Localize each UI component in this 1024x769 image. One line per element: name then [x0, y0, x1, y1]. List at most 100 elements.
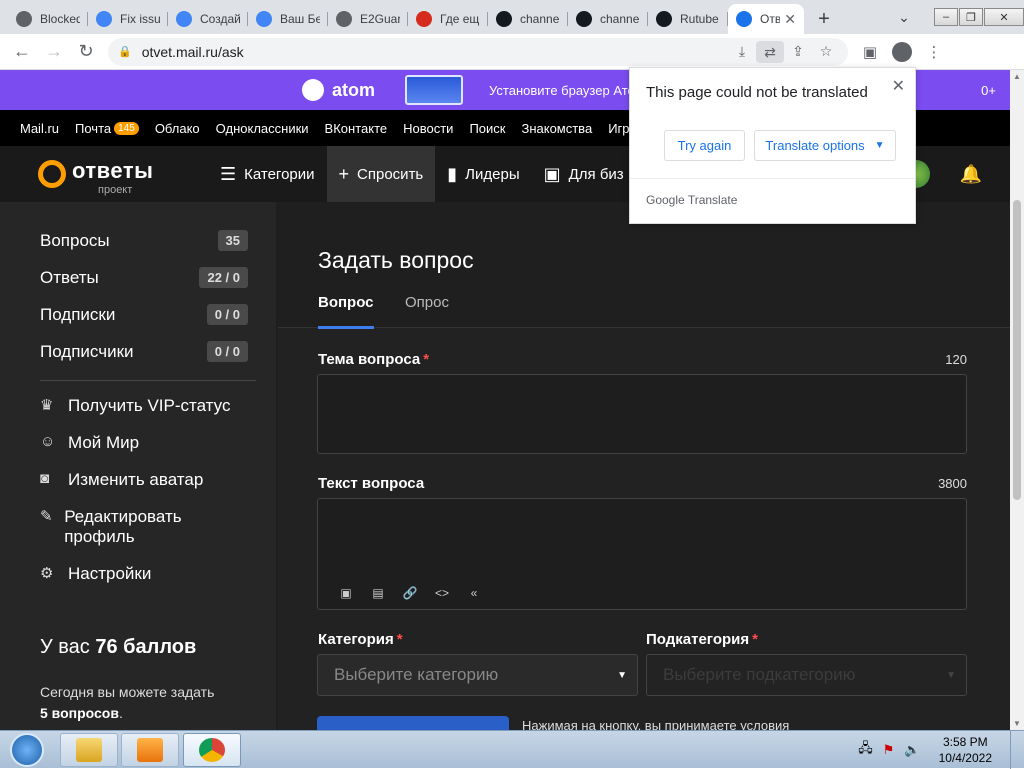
- tab-question[interactable]: Вопрос: [318, 294, 374, 311]
- close-window-button[interactable]: ✕: [984, 8, 1024, 26]
- menu-icon[interactable]: ⋮: [918, 43, 950, 61]
- close-icon[interactable]: ✕: [892, 76, 905, 96]
- browser-tab[interactable]: Создай: [168, 4, 248, 34]
- browser-tab[interactable]: Fix issu: [88, 4, 168, 34]
- profile-icon[interactable]: [892, 41, 912, 62]
- code-icon[interactable]: <>: [426, 586, 458, 600]
- tab-poll[interactable]: Опрос: [405, 294, 449, 311]
- show-desktop-button[interactable]: [1010, 731, 1024, 769]
- folder-icon: [76, 738, 102, 762]
- explorer-taskbar-button[interactable]: [60, 733, 118, 767]
- sidebar-stat[interactable]: Подписки 0 / 0: [40, 304, 248, 325]
- scroll-down-icon[interactable]: ▼: [1010, 719, 1024, 728]
- crown-icon: ♛: [40, 397, 54, 414]
- scroll-up-icon[interactable]: ▲: [1010, 72, 1024, 81]
- sidebar-link[interactable]: ◙ Изменить аватар: [40, 470, 203, 490]
- globe-icon: [336, 11, 352, 27]
- browser-tab[interactable]: Где ещ: [408, 4, 488, 34]
- chevron-down-icon: ▼: [617, 669, 627, 681]
- browser-tab[interactable]: Отв ✕: [728, 4, 804, 34]
- sidebar-stat[interactable]: Подписчики 0 / 0: [40, 341, 248, 362]
- portal-link[interactable]: Почта 145: [75, 121, 139, 136]
- new-tab-button[interactable]: +: [810, 4, 838, 34]
- taskbar: 🖧 ⚑ 🔈 3:58 PM 10/4/2022: [0, 730, 1024, 769]
- google-icon: [96, 11, 112, 27]
- category-select[interactable]: Выберите категорию ▼: [317, 654, 638, 696]
- maximize-button[interactable]: ❐: [959, 8, 983, 26]
- portal-link[interactable]: Одноклассники: [216, 121, 309, 136]
- sidebar-link-label: Получить VIP-статус: [68, 396, 231, 415]
- sidebar-link[interactable]: ♛ Получить VIP-статус: [40, 396, 230, 416]
- portal-link[interactable]: ВКонтакте: [325, 121, 388, 136]
- text-char-count: 3800: [938, 476, 967, 491]
- install-icon[interactable]: ⤓: [728, 43, 756, 60]
- tab-label: E2Guar: [360, 12, 400, 26]
- nav-item[interactable]: ☰ Категории: [208, 146, 327, 202]
- link-icon[interactable]: 🔗: [394, 586, 426, 600]
- image-icon[interactable]: ▣: [330, 586, 362, 600]
- portal-link[interactable]: Игр: [608, 121, 629, 136]
- publish-button[interactable]: [317, 716, 509, 730]
- portal-link[interactable]: Новости: [403, 121, 453, 136]
- tab-strip: Blocked Fix issu Создай Ваш Бе E2Guar Где ещ c…: [0, 0, 1024, 34]
- portal-link[interactable]: Облако: [155, 121, 200, 136]
- lock-icon[interactable]: 🔒: [118, 45, 132, 58]
- topic-input[interactable]: [317, 374, 967, 454]
- tab-search-icon[interactable]: ⌄: [889, 9, 919, 26]
- portal-link-label: Знакомства: [521, 120, 593, 136]
- popup-divider: [630, 178, 915, 179]
- network-icon[interactable]: 🖧: [858, 739, 873, 761]
- age-rating: 0+: [981, 82, 996, 98]
- side-panel-icon[interactable]: ▣: [854, 43, 886, 61]
- quote-icon[interactable]: «: [458, 586, 490, 600]
- laptop-image: [405, 75, 464, 105]
- browser-tab[interactable]: Rutube: [648, 4, 728, 34]
- nav-item[interactable]: ▣ Для биз: [532, 146, 636, 202]
- minimize-button[interactable]: –: [934, 8, 958, 26]
- close-tab-icon[interactable]: ✕: [784, 11, 796, 28]
- bookmark-star-icon[interactable]: ☆: [812, 43, 840, 60]
- sidebar-stat[interactable]: Ответы 22 / 0: [40, 267, 248, 288]
- back-icon[interactable]: ←: [6, 41, 38, 62]
- clock[interactable]: 3:58 PM 10/4/2022: [939, 734, 992, 766]
- sidebar-link[interactable]: ☺ Мой Мир: [40, 433, 139, 453]
- portal-link[interactable]: Поиск: [469, 121, 505, 136]
- scroll-thumb[interactable]: [1013, 200, 1021, 500]
- portal-link-label: Облако: [154, 120, 200, 136]
- portal-link[interactable]: Знакомства: [521, 121, 592, 136]
- share-icon[interactable]: ⇪: [784, 43, 812, 60]
- topic-char-count: 120: [945, 352, 967, 367]
- page-scrollbar[interactable]: ▲ ▼: [1010, 70, 1024, 730]
- sidebar-stat-label: Вопросы: [40, 230, 110, 250]
- nav-item-label: Категории: [244, 165, 315, 183]
- translate-options-button[interactable]: Translate options ▼: [754, 130, 896, 161]
- reload-icon[interactable]: ↻: [70, 41, 102, 62]
- forward-icon[interactable]: →: [38, 41, 70, 62]
- browser-tab[interactable]: channe: [568, 4, 648, 34]
- browser-toolbar: ← → ↻ 🔒 otvet.mail.ru/ask ⤓ ⇄ ⇪ ☆ ▣ ⋮: [0, 34, 1024, 70]
- sidebar-link[interactable]: ⚙ Настройки: [40, 564, 151, 584]
- sidebar-stat[interactable]: Вопросы 35: [40, 230, 248, 251]
- translate-icon[interactable]: ⇄: [756, 40, 784, 63]
- otvety-logo[interactable]: ответы проект: [38, 152, 178, 196]
- active-tab-indicator: [318, 326, 374, 329]
- video-icon[interactable]: ▤: [362, 586, 394, 600]
- browser-tab[interactable]: E2Guar: [328, 4, 408, 34]
- nav-item-label: Лидеры: [465, 165, 520, 183]
- nav-item[interactable]: + Спросить: [326, 146, 436, 202]
- try-again-button[interactable]: Try again: [664, 130, 745, 161]
- address-bar[interactable]: 🔒 otvet.mail.ru/ask ⤓ ⇄ ⇪ ☆: [108, 37, 848, 66]
- browser-tab[interactable]: Ваш Бе: [248, 4, 328, 34]
- portal-link[interactable]: Mail.ru: [20, 121, 59, 136]
- volume-icon[interactable]: 🔈: [904, 742, 920, 758]
- browser-tab[interactable]: Blocked: [8, 4, 88, 34]
- action-center-icon[interactable]: ⚑: [883, 742, 895, 758]
- chrome-taskbar-button[interactable]: [183, 733, 241, 767]
- sidebar-link[interactable]: ✎ Редактировать профиль: [40, 507, 220, 547]
- browser-tab[interactable]: channe: [488, 4, 568, 34]
- bell-icon[interactable]: 🔔: [960, 164, 982, 185]
- start-button[interactable]: [2, 731, 52, 769]
- nav-item-label: Для биз: [568, 165, 624, 183]
- media-player-taskbar-button[interactable]: [121, 733, 179, 767]
- nav-item[interactable]: ▮ Лидеры: [435, 146, 531, 202]
